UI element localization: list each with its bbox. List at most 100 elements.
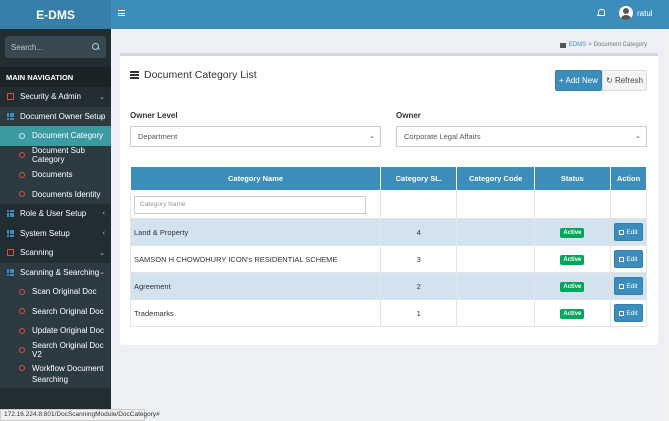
grid-icon — [7, 229, 14, 237]
grid-icon — [7, 112, 14, 120]
breadcrumb-home[interactable]: EDMS — [569, 42, 586, 48]
circle-icon — [19, 347, 25, 354]
sidebar-subitem-document-sub-category[interactable]: Document Sub Category — [0, 145, 111, 165]
edit-button[interactable]: Edit — [613, 277, 643, 295]
username[interactable]: ratul — [637, 9, 653, 18]
sidebar-item-role-user-setup[interactable]: Role & User Setup ‹ — [0, 204, 111, 224]
chevron-down-icon: ⌄ — [369, 133, 375, 140]
col-category-name[interactable]: Category Name — [129, 166, 382, 191]
sidebar-search-input[interactable] — [11, 42, 92, 52]
col-action: Action — [609, 166, 648, 191]
circle-icon — [19, 191, 25, 198]
owner-select[interactable]: Corporate Legal Affairs ⌄ — [396, 126, 647, 147]
avatar[interactable] — [619, 6, 633, 20]
sidebar-item-label: Role & User Setup — [20, 209, 87, 219]
action-cell: Edit — [609, 245, 648, 273]
sidebar-subitem-document-category[interactable]: Document Category — [0, 126, 111, 146]
table-row: SAMSON H CHOWDHURY ICON's RESIDENTIAL SC… — [129, 245, 648, 273]
browser-status-bar: 172.16.224.8:801/DocScanningModule/DocCa… — [0, 409, 160, 421]
edit-label: Edit — [626, 228, 638, 236]
status-cell: Active — [533, 218, 611, 246]
edit-icon — [619, 283, 625, 289]
brand-logo[interactable]: E-DMS — [0, 0, 111, 29]
chevron-down-icon: ⌄ — [99, 93, 105, 101]
sidebar: E-DMS MAIN NAVIGATION Security & Admin⌄D… — [0, 0, 111, 421]
category-sl-cell: 1 — [380, 299, 458, 327]
sidebar-subitem-workflow-document-searching[interactable]: Workflow Document Searching — [0, 360, 111, 388]
sidebar-subitem-update-original-doc[interactable]: Update Original Doc — [0, 321, 111, 341]
bell-icon[interactable] — [597, 9, 605, 17]
sidebar-subitem-documents-identity[interactable]: Documents Identity — [0, 184, 111, 204]
sidebar-subitem-search-original-doc-v2[interactable]: Search Original Doc V2 — [0, 340, 111, 360]
edit-icon — [619, 229, 625, 235]
owner-level-value: Department — [138, 132, 178, 141]
laptop-icon — [7, 249, 14, 257]
chevron-down-icon: ⌄ — [635, 133, 641, 140]
action-cell: Edit — [609, 218, 648, 246]
page-title: Document Category List — [144, 69, 257, 81]
edit-label: Edit — [626, 309, 638, 317]
category-name-cell: Trademarks — [129, 299, 382, 327]
sidebar-item-label: Scanning & Searching — [20, 267, 100, 277]
edit-label: Edit — [626, 282, 638, 290]
sidebar-subitem-scan-original-doc[interactable]: Scan Original Doc — [0, 282, 111, 302]
sidebar-search-box — [5, 36, 106, 58]
sidebar-item-label: Scan Original Doc — [32, 287, 97, 297]
table-header-row: Category Name Category SL. Category Code… — [129, 166, 648, 191]
sidebar-item-system-setup[interactable]: System Setup ‹ — [0, 224, 111, 244]
status-badge: Active — [560, 227, 585, 238]
col-status[interactable]: Status — [533, 166, 611, 191]
sidebar-item-label: Documents — [32, 170, 73, 180]
sidebar-item-security-admin[interactable]: Security & Admin ⌄ — [0, 87, 111, 107]
chevron-down-icon: ⌄ — [99, 113, 105, 121]
breadcrumb-current: Document Category — [593, 42, 647, 48]
chevron-left-icon: ‹ — [102, 229, 105, 237]
sidebar-item-scanning-searching[interactable]: Scanning & Searching ⌄ — [0, 262, 111, 282]
sidebar-item-label: Documents Identity — [32, 189, 101, 199]
sidebar-item-label: Update Original Doc — [32, 326, 105, 336]
refresh-button[interactable]: ↻ Refresh — [602, 70, 647, 91]
category-code-cell — [456, 245, 535, 273]
sidebar-item-label: Search Original Doc V2 — [32, 341, 104, 360]
sidebar-subitem-documents[interactable]: Documents — [0, 165, 111, 185]
circle-icon — [19, 171, 25, 178]
circle-icon — [19, 365, 25, 371]
category-code-cell — [456, 218, 535, 246]
col-category-sl[interactable]: Category SL. — [380, 166, 458, 191]
owner-value: Corporate Legal Affairs — [404, 132, 481, 141]
edit-button[interactable]: Edit — [613, 250, 643, 268]
grid-icon — [7, 210, 14, 218]
hamburger-icon[interactable] — [118, 10, 125, 16]
category-name-filter-input[interactable] — [134, 195, 366, 214]
circle-icon — [19, 327, 25, 334]
category-name-cell: SAMSON H CHOWDHURY ICON's RESIDENTIAL SC… — [129, 245, 382, 273]
status-badge: Active — [560, 308, 585, 319]
circle-icon — [19, 288, 25, 295]
search-icon[interactable] — [92, 43, 100, 51]
page-scrollbar[interactable] — [664, 29, 669, 421]
sidebar-item-document-owner-setup[interactable]: Document Owner Setup ⌄ — [0, 106, 111, 126]
filter-row — [129, 190, 648, 219]
grid-icon — [7, 268, 14, 276]
owner-level-select[interactable]: Department ⌄ — [130, 126, 381, 147]
edit-icon — [619, 310, 625, 316]
category-sl-cell: 4 — [380, 218, 458, 246]
circle-icon — [19, 132, 25, 139]
status-cell: Active — [533, 245, 611, 273]
sidebar-item-scanning[interactable]: Scanning ⌄ — [0, 243, 111, 263]
sidebar-subitem-search-original-doc[interactable]: Search Original Doc — [0, 301, 111, 321]
list-icon — [130, 71, 139, 79]
filter-cell — [533, 190, 611, 219]
category-name-cell: Land & Property — [129, 218, 382, 246]
edit-button[interactable]: Edit — [613, 223, 643, 241]
laptop-icon — [7, 93, 14, 101]
col-category-code[interactable]: Category Code — [456, 166, 535, 191]
sidebar-item-label: Document Owner Setup — [20, 111, 106, 121]
add-new-button[interactable]: + Add New — [555, 70, 602, 91]
circle-icon — [19, 308, 25, 315]
table-body: Land & Property4 Active Edit SAMSON H CHOWD… — [129, 190, 648, 327]
filter-cell — [609, 190, 648, 219]
category-name-cell: Agreement — [129, 272, 382, 300]
edit-button[interactable]: Edit — [613, 304, 643, 322]
owner-level-label: Owner Level — [130, 111, 178, 120]
